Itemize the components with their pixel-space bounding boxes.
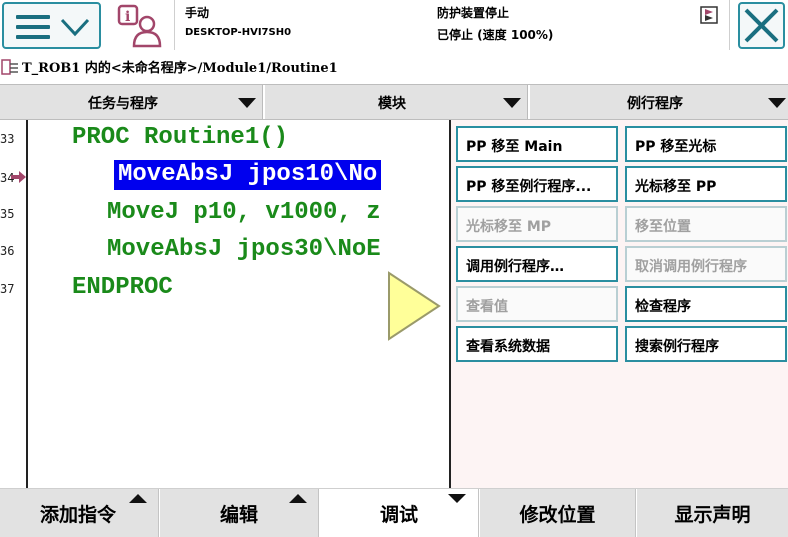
debug-popup-menu: PP 移至 Main PP 移至光标 PP 移至例行程序... 光标移至 PP …	[449, 120, 788, 488]
tab-label: 任务与程序	[88, 96, 158, 112]
info-person-icon[interactable]: i	[114, 2, 164, 49]
pp-to-main-button[interactable]: PP 移至 Main	[456, 126, 618, 162]
button-label: 显示声明	[674, 504, 751, 526]
button-label: 修改位置	[519, 504, 596, 526]
program-icon	[1, 59, 18, 75]
code-editor[interactable]: 33 34 35 36 37 PROC Routine1() MoveAbsJ …	[0, 120, 450, 488]
chevron-up-icon	[129, 494, 147, 503]
button-label: 调试	[379, 504, 418, 526]
main-menu-button[interactable]	[2, 2, 101, 49]
controller-name: DESKTOP-HVI7SH0	[185, 27, 292, 38]
modify-position-button[interactable]: 修改位置	[480, 489, 635, 537]
line-number: 33	[0, 132, 15, 146]
button-label: 添加指令	[39, 504, 116, 526]
code-line[interactable]: ENDPROC	[72, 273, 173, 303]
chevron-down-icon	[768, 98, 786, 108]
debug-button[interactable]: 调试	[320, 489, 478, 537]
chevron-down-icon	[60, 18, 90, 37]
view-value-button: 查看值	[456, 286, 618, 322]
code-line[interactable]: MoveJ p10, v1000, z	[107, 198, 381, 228]
close-icon	[744, 8, 779, 43]
program-path: T_ROB1 内的<未命名程序>/Module1/Routine1	[22, 61, 338, 76]
pp-to-cursor-button[interactable]: PP 移至光标	[625, 126, 787, 162]
flag-icon	[700, 6, 718, 24]
chevron-down-icon	[238, 98, 256, 108]
close-button[interactable]	[738, 2, 785, 49]
cancel-call-routine-button: 取消调用例行程序	[625, 246, 787, 282]
tab-modules[interactable]: 模块	[265, 85, 527, 119]
cursor-to-mp-button: 光标移至 MP	[456, 206, 618, 242]
code-line[interactable]: PROC Routine1()	[72, 123, 288, 153]
line-number: 37	[0, 282, 15, 296]
status-panel[interactable]: 手动 DESKTOP-HVI7SH0 防护装置停止 已停止 (速度 100%)	[174, 0, 730, 50]
svg-text:i: i	[125, 9, 130, 25]
tab-routines[interactable]: 例行程序	[530, 85, 788, 119]
go-to-position-button: 移至位置	[625, 206, 787, 242]
check-program-button[interactable]: 检查程序	[625, 286, 787, 322]
run-status: 已停止 (速度 100%)	[437, 28, 554, 42]
bottom-toolbar: 添加指令 编辑 调试 修改位置 显示声明	[0, 488, 788, 537]
hamburger-icon	[16, 15, 50, 39]
add-instruction-button[interactable]: 添加指令	[0, 489, 158, 537]
line-number: 35	[0, 207, 15, 221]
chevron-down-icon	[503, 98, 521, 108]
search-routine-button[interactable]: 搜索例行程序	[625, 326, 787, 362]
tab-bar: 任务与程序 模块 例行程序	[0, 84, 788, 120]
top-bar: i 手动 DESKTOP-HVI7SH0 防护装置停止 已停止 (速度 100%…	[0, 0, 788, 54]
tab-label: 例行程序	[627, 96, 683, 112]
breadcrumb: T_ROB1 内的<未命名程序>/Module1/Routine1	[0, 54, 788, 84]
chevron-down-icon	[448, 494, 466, 503]
line-number: 36	[0, 244, 15, 258]
tab-tasks-and-programs[interactable]: 任务与程序	[0, 85, 262, 119]
button-label: 编辑	[219, 504, 258, 526]
mode-label: 手动	[185, 6, 210, 20]
edit-button[interactable]: 编辑	[160, 489, 318, 537]
code-line[interactable]: MoveAbsJ jpos30\NoE	[107, 235, 381, 265]
pp-arrow-icon	[11, 171, 26, 183]
chevron-up-icon	[289, 494, 307, 503]
cursor-to-pp-button[interactable]: 光标移至 PP	[625, 166, 787, 202]
show-declaration-button[interactable]: 显示声明	[637, 489, 788, 537]
safety-status: 防护装置停止	[437, 6, 510, 20]
view-system-data-button[interactable]: 查看系统数据	[456, 326, 618, 362]
code-line-selected[interactable]: MoveAbsJ jpos10\No	[114, 160, 382, 190]
call-routine-button[interactable]: 调用例行程序…	[456, 246, 618, 282]
play-icon[interactable]	[386, 270, 442, 342]
tab-label: 模块	[378, 96, 406, 112]
pp-to-routine-button[interactable]: PP 移至例行程序...	[456, 166, 618, 202]
